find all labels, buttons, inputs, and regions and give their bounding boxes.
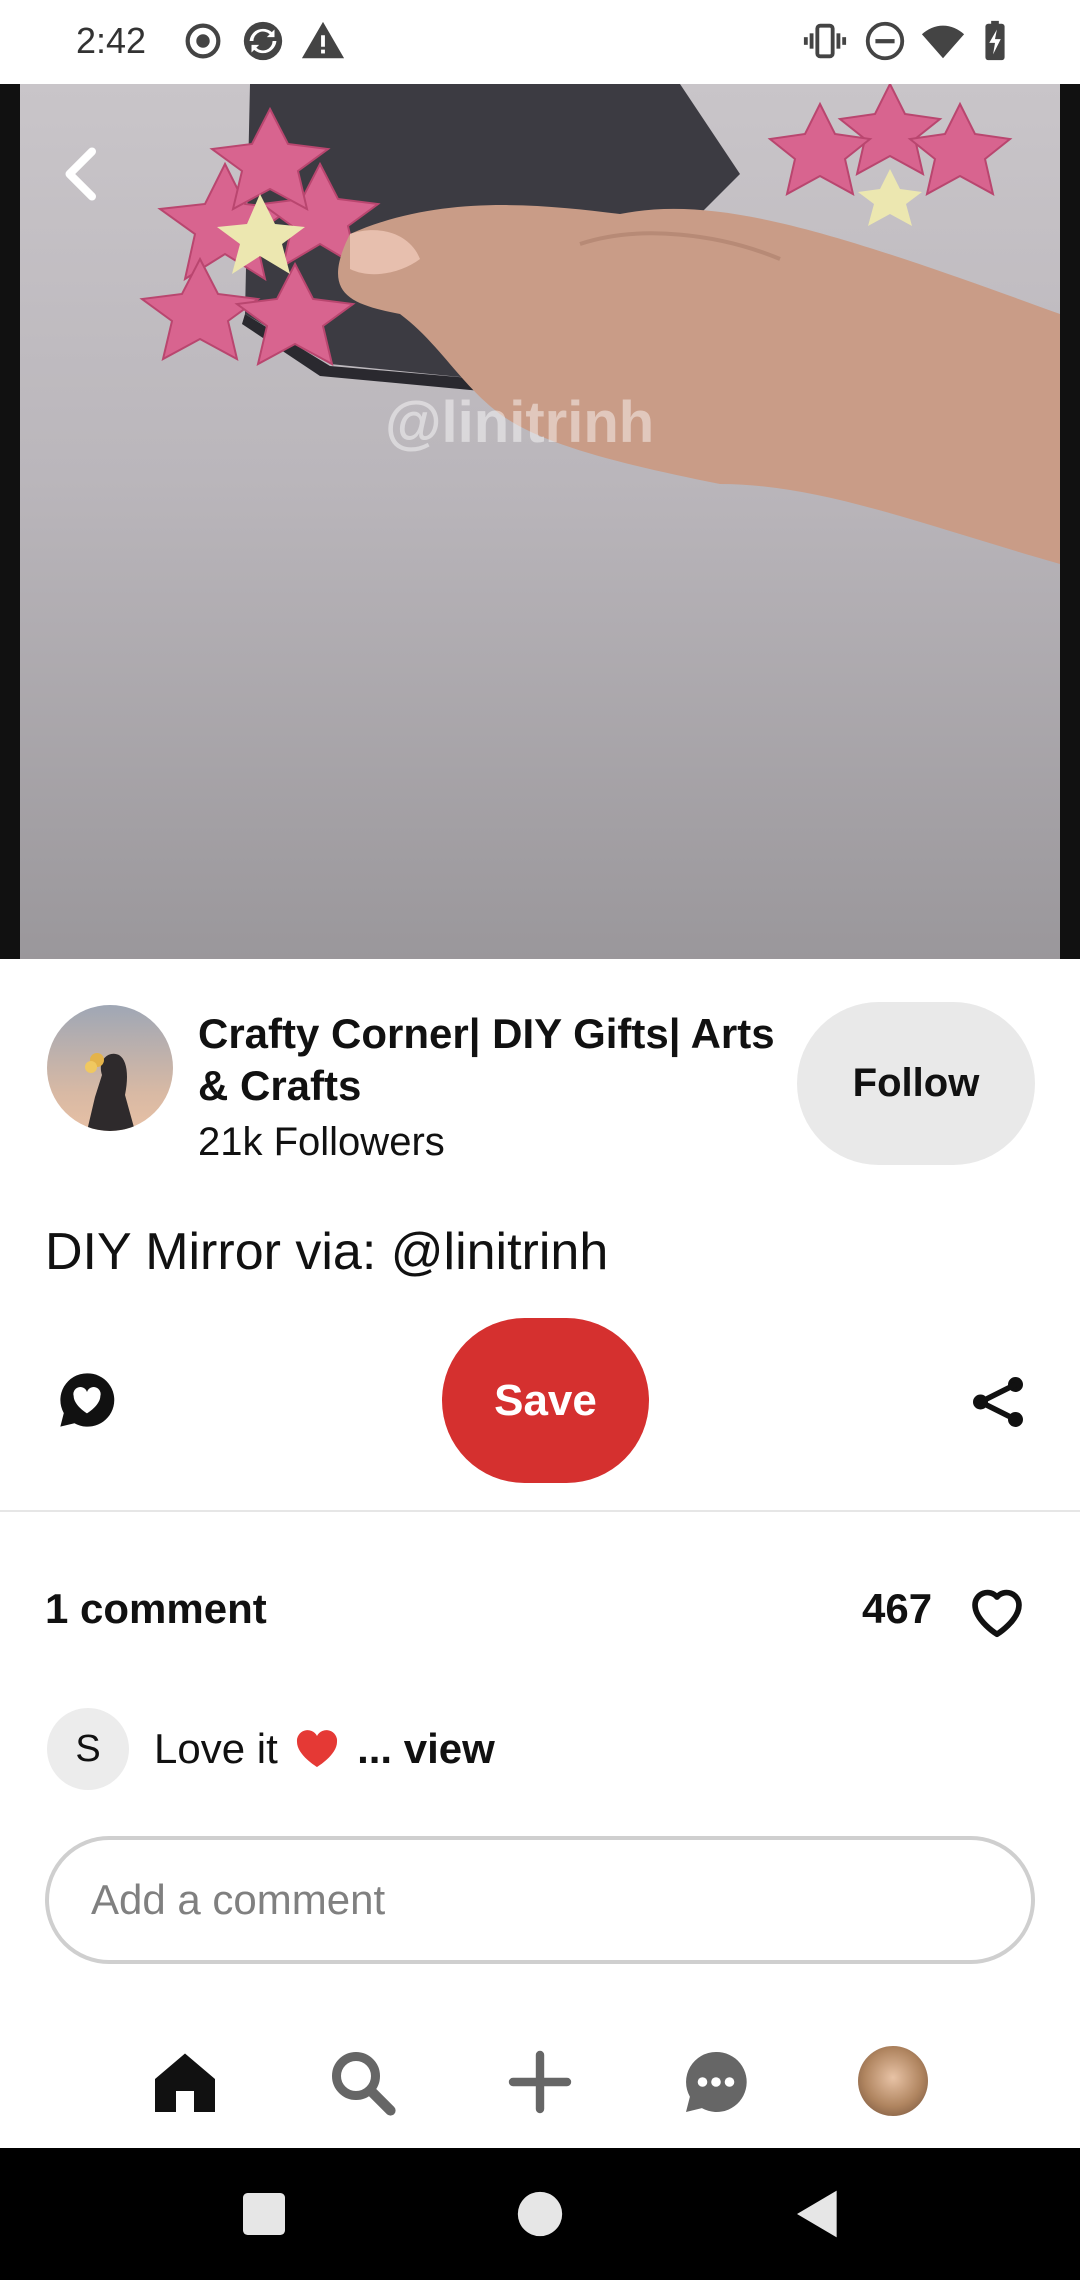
profile-avatar[interactable] — [858, 2046, 928, 2116]
creator-avatar-image — [85, 1053, 135, 1131]
create-icon[interactable] — [504, 2046, 576, 2118]
pin-media[interactable]: @linitrinh — [0, 84, 1080, 959]
creator-avatar[interactable] — [47, 1005, 173, 1131]
do-not-disturb-icon — [865, 21, 905, 61]
comment-text: Love it — [154, 1725, 278, 1772]
vibrate-icon — [803, 23, 847, 59]
view-more-link[interactable]: ... view — [357, 1725, 495, 1772]
chevron-left-icon[interactable] — [52, 144, 112, 204]
sync-icon — [243, 21, 283, 61]
back-button-icon[interactable] — [790, 2186, 846, 2242]
search-icon[interactable] — [326, 2046, 398, 2118]
follow-button[interactable]: Follow — [797, 1002, 1035, 1165]
home-icon[interactable] — [149, 2046, 221, 2118]
share-icon[interactable] — [968, 1372, 1028, 1432]
like-count: 467 — [862, 1585, 933, 1632]
media-watermark: @linitrinh — [385, 390, 655, 455]
system-nav-bar — [0, 2148, 1080, 2280]
comment-heart-icon[interactable] — [55, 1368, 119, 1432]
recents-icon[interactable] — [236, 2186, 292, 2242]
bottom-nav — [0, 2000, 1080, 2148]
wifi-icon — [921, 25, 965, 59]
follower-count: 21k Followers — [198, 1120, 445, 1164]
section-divider — [0, 1510, 1080, 1512]
battery-charging-icon — [985, 20, 1005, 61]
comment-preview[interactable]: Love it ... view — [154, 1725, 495, 1773]
heart-outline-icon[interactable] — [966, 1580, 1028, 1642]
commenter-avatar[interactable]: S — [47, 1708, 129, 1790]
messages-icon[interactable] — [680, 2046, 752, 2118]
status-time: 2:42 — [76, 20, 147, 61]
status-bar: 2:42 — [0, 0, 1080, 84]
craft-scene-illustration — [139, 84, 1060, 564]
comment-count: 1 comment — [45, 1585, 267, 1632]
creator-name[interactable]: Crafty Corner| DIY Gifts| Arts & Crafts — [198, 1008, 778, 1112]
add-comment-input[interactable] — [45, 1836, 1035, 1964]
record-icon — [185, 23, 221, 59]
pin-title: DIY Mirror via: @linitrinh — [45, 1223, 609, 1281]
home-button-icon[interactable] — [512, 2186, 568, 2242]
save-button[interactable]: Save — [442, 1318, 649, 1483]
warning-icon — [301, 21, 345, 59]
red-heart-emoji-icon — [297, 1730, 338, 1767]
creator-row: Crafty Corner| DIY Gifts| Arts & Crafts … — [0, 960, 1080, 1190]
pin-image: @linitrinh — [20, 84, 1060, 959]
